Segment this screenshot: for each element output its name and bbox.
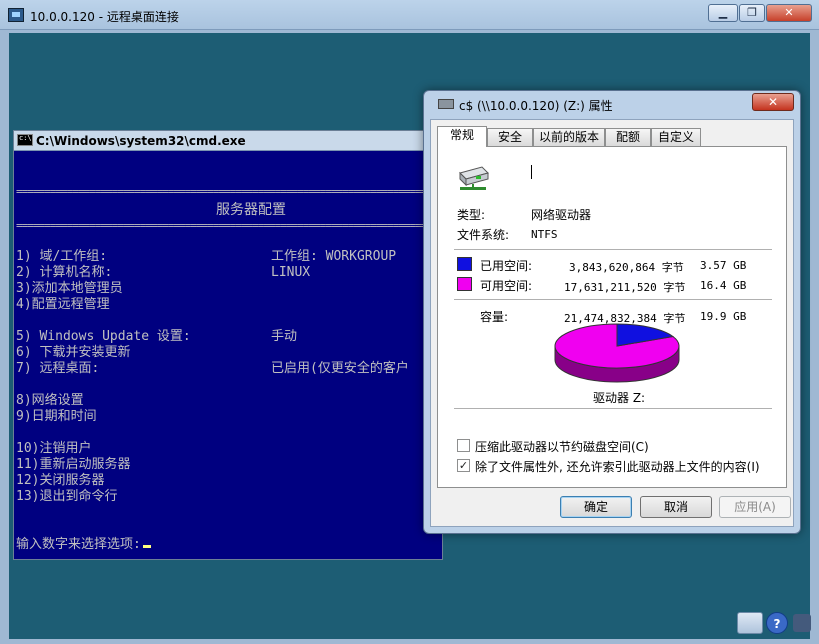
index-label: 除了文件属性外, 还允许索引此驱动器上文件的内容(I)	[475, 460, 760, 474]
tab-previous-versions[interactable]: 以前的版本	[533, 128, 605, 146]
tab-customize[interactable]: 自定义	[651, 128, 701, 146]
cmd-menu-item: 2) 计算机名称:	[16, 265, 113, 280]
disk-usage-pie	[554, 323, 680, 383]
drive-label: 驱动器 Z:	[593, 391, 646, 405]
cmd-cursor	[142, 545, 151, 548]
restore-button[interactable]: ❐	[739, 4, 765, 22]
free-space-label: 可用空间:	[480, 279, 533, 293]
cmd-computer-name-value: LINUX	[271, 265, 311, 280]
cmd-menu-item: 4)配置远程管理	[16, 297, 110, 312]
cmd-menu-item: 12)关闭服务器	[16, 473, 105, 488]
compress-label: 压缩此驱动器以节约磁盘空间(C)	[475, 440, 649, 454]
cancel-button[interactable]: 取消	[640, 496, 712, 518]
cmd-menu-item: 5) Windows Update 设置:	[16, 329, 191, 344]
cmd-title-bar[interactable]: C:\Windows\system32\cmd.exe	[14, 131, 442, 151]
cmd-menu-item: 10)注销用户	[16, 441, 92, 456]
separator	[454, 408, 772, 409]
dialog-client: 常规 安全 以前的版本 配额 自定义 类型: 网络驱动器 文件系统: NTFS …	[430, 119, 794, 527]
rdp-close-button[interactable]: ✕	[766, 4, 812, 22]
keyboard-icon[interactable]	[737, 612, 763, 634]
cmd-menu-item: 9)日期和时间	[16, 409, 97, 424]
separator	[454, 249, 772, 250]
type-label: 类型:	[457, 208, 486, 222]
tab-security[interactable]: 安全	[487, 128, 533, 146]
cmd-workgroup-value: 工作组: WORKGROUP	[271, 249, 397, 264]
console-icon	[17, 134, 33, 146]
cmd-window[interactable]: C:\Windows\system32\cmd.exe ============…	[13, 130, 443, 560]
index-checkbox[interactable]: ✓	[457, 459, 470, 472]
help-icon[interactable]: ?	[766, 612, 788, 634]
compress-checkbox[interactable]	[457, 439, 470, 452]
apply-button[interactable]: 应用(A)	[719, 496, 791, 518]
cmd-prompt[interactable]: 输入数字来选择选项:	[16, 537, 151, 553]
cmd-remote-desktop-value: 已启用(仅更安全的客户	[271, 361, 409, 376]
properties-dialog[interactable]: c$ (\\10.0.0.120) (Z:) 属性 ✕ 常规 安全 以前的版本 …	[423, 90, 801, 534]
filesystem-label: 文件系统:	[457, 228, 510, 242]
cmd-menu-item: 1) 域/工作组:	[16, 249, 108, 264]
name-field[interactable]	[531, 165, 532, 179]
cmd-title: C:\Windows\system32\cmd.exe	[36, 134, 246, 148]
general-panel: 类型: 网络驱动器 文件系统: NTFS 已用空间: 3,843,620,864…	[437, 146, 787, 488]
used-space-bytes: 3,843,620,864 字节	[569, 261, 684, 274]
network-drive-icon	[438, 99, 454, 109]
tab-general[interactable]: 常规	[437, 126, 487, 147]
free-space-swatch	[457, 277, 472, 291]
ok-button[interactable]: 确定	[560, 496, 632, 518]
rdp-title-bar[interactable]: 10.0.0.120 - 远程桌面连接 ▁ ❐ ✕	[0, 0, 819, 30]
cmd-heading: 服务器配置	[216, 202, 286, 218]
network-drive-icon	[459, 166, 489, 190]
cmd-prompt-text: 输入数字来选择选项:	[16, 537, 141, 552]
used-space-swatch	[457, 257, 472, 271]
cmd-menu-item: 6) 下载并安装更新	[16, 345, 131, 360]
minimize-button[interactable]: ▁	[708, 4, 738, 22]
cmd-rule-bottom: ========================================…	[16, 219, 436, 232]
tray-app-icon[interactable]	[793, 614, 811, 632]
separator	[454, 299, 772, 300]
remote-desktop-icon	[8, 8, 24, 22]
cmd-menu-item: 7) 远程桌面:	[16, 361, 100, 376]
capacity-label: 容量:	[480, 310, 509, 324]
filesystem-value: NTFS	[531, 228, 558, 241]
cmd-menu-item: 13)退出到命令行	[16, 489, 118, 504]
cmd-console[interactable]: ========================================…	[14, 151, 442, 559]
cmd-rule-top: ========================================…	[16, 185, 436, 198]
used-space-gb: 3.57 GB	[700, 259, 747, 272]
used-space-label: 已用空间:	[480, 259, 533, 273]
dialog-close-button[interactable]: ✕	[752, 93, 794, 111]
checkmark-icon: ✓	[458, 459, 469, 472]
free-space-bytes: 17,631,211,520 字节	[564, 281, 686, 294]
dialog-title: c$ (\\10.0.0.120) (Z:) 属性	[459, 99, 613, 113]
capacity-gb: 19.9 GB	[700, 310, 747, 323]
rdp-window-title: 10.0.0.120 - 远程桌面连接	[30, 10, 179, 24]
cmd-menu-item: 11)重新启动服务器	[16, 457, 131, 472]
cmd-menu-item: 3)添加本地管理员	[16, 281, 123, 296]
cmd-menu-item: 8)网络设置	[16, 393, 84, 408]
type-value: 网络驱动器	[531, 208, 592, 222]
tab-quota[interactable]: 配额	[605, 128, 651, 146]
free-space-gb: 16.4 GB	[700, 279, 747, 292]
cmd-update-value: 手动	[271, 329, 298, 344]
